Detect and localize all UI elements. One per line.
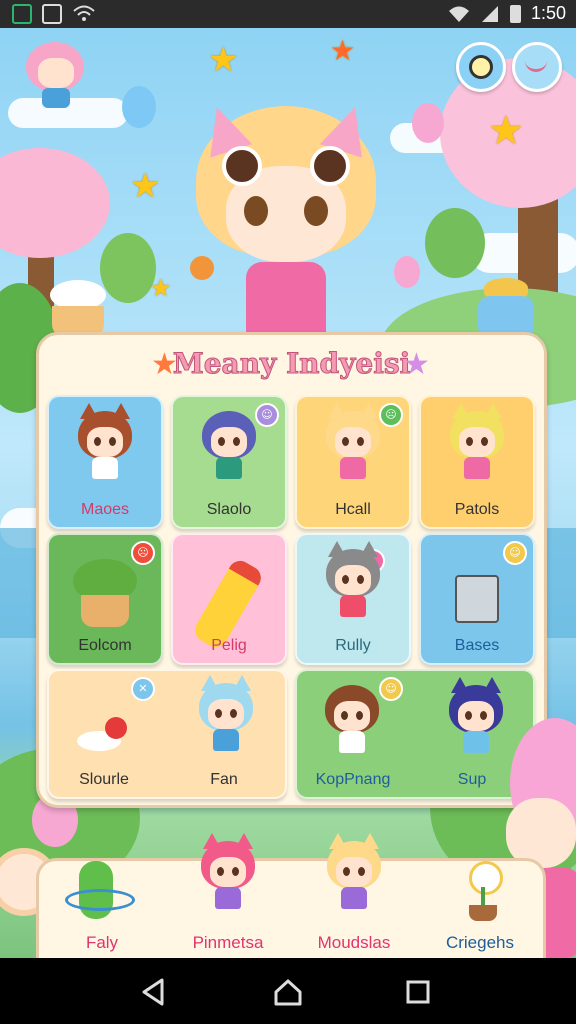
- star-icon: ★: [208, 40, 239, 80]
- magic-wand-icon: [77, 711, 133, 751]
- badge-icon: ☺: [379, 677, 403, 701]
- dock-item-pinmetsa[interactable]: Pinmetsa: [165, 833, 291, 958]
- status-time: 1:50: [530, 3, 566, 23]
- card-label: Pelig: [211, 637, 247, 654]
- card-label-secondary: Fan: [210, 771, 238, 788]
- wifi-signal-icon: [448, 6, 469, 22]
- badge-icon: ☺: [255, 403, 279, 427]
- hero-eye-left: [244, 196, 268, 226]
- card-label: Rully: [335, 637, 371, 654]
- hero-goggles: [222, 146, 350, 186]
- star-icon: ★: [488, 108, 524, 154]
- status-bar: 1:50: [0, 0, 576, 28]
- ring-icon: [65, 889, 135, 911]
- character-card-patols[interactable]: Patols: [419, 395, 535, 529]
- character-card-hcall[interactable]: ☹ Hcall: [295, 395, 411, 529]
- cherry-tree: [0, 148, 110, 258]
- home-icon[interactable]: [270, 974, 306, 1010]
- wifi-icon: [73, 5, 95, 21]
- card-label: Patols: [454, 501, 500, 518]
- star-icon: ★: [130, 166, 161, 206]
- badge-icon: ☹: [379, 403, 403, 427]
- character-card-rully[interactable]: • Rully: [295, 533, 411, 665]
- hero-character[interactable]: [186, 86, 386, 346]
- image-icon: [42, 4, 62, 24]
- item-card-pelig[interactable]: Pelig: [171, 533, 287, 665]
- dock-item-moudslas[interactable]: Moudslas: [291, 833, 417, 958]
- balloon-icon: [394, 256, 420, 288]
- character-card-slourle-fan[interactable]: ✕ Slourle Fan: [47, 669, 287, 799]
- bottom-dock: Faly Pinmetsa Moudslas Criegehs: [36, 833, 546, 958]
- green-tree: [425, 208, 485, 278]
- trash-bin-icon: [455, 575, 499, 623]
- battery-icon: [509, 4, 521, 23]
- dock-label: Faly: [85, 933, 119, 952]
- dock-item-criegehs[interactable]: Criegehs: [417, 861, 543, 958]
- eye-button[interactable]: [456, 42, 506, 92]
- card-label: Slaolo: [206, 501, 252, 518]
- card-label: KopPnang: [315, 771, 391, 788]
- smile-face-icon: [525, 59, 547, 72]
- notification-icon: [12, 4, 32, 24]
- avatar-face: [38, 58, 74, 88]
- hero-body: [246, 262, 326, 342]
- navigation-bar: [0, 958, 576, 1024]
- item-card-bases[interactable]: ☺ Bases: [419, 533, 535, 665]
- player-avatar[interactable]: [24, 36, 88, 110]
- hero-eye-right: [304, 196, 328, 226]
- star-icon: ★: [150, 274, 172, 302]
- character-card-koppnang-sup[interactable]: ☺ KopPnang Sup: [295, 669, 535, 799]
- ice-cream-icon: [46, 280, 110, 340]
- character-card-maoes[interactable]: Maoes: [47, 395, 163, 529]
- lollipop-icon: [190, 256, 214, 280]
- dock-label: Pinmetsa: [192, 933, 264, 952]
- star-icon: ★: [403, 347, 430, 382]
- star-icon: ★: [330, 34, 356, 67]
- dock-item-faly[interactable]: Faly: [39, 861, 165, 958]
- character-card-eolcom[interactable]: ☹ Eolcom: [47, 533, 163, 665]
- back-icon[interactable]: [136, 974, 172, 1010]
- character-card-slaolo[interactable]: ☺ Slaolo: [171, 395, 287, 529]
- character-button[interactable]: [512, 42, 562, 92]
- dock-label: Moudslas: [317, 933, 391, 952]
- badge-icon: ✕: [131, 677, 155, 701]
- card-label: Bases: [454, 637, 500, 654]
- eye-icon: [469, 55, 493, 79]
- cat-basket-icon: [478, 278, 534, 340]
- recents-icon[interactable]: [400, 974, 436, 1010]
- character-select-panel: ★ Meany Indyeisi ★ Maoes ☺ Slaolo ☹ Hcal…: [36, 332, 547, 808]
- dock-label: Criegehs: [445, 933, 515, 952]
- badge-icon: ☺: [503, 541, 527, 565]
- card-label: Eolcom: [78, 637, 132, 654]
- card-label: Maoes: [80, 501, 130, 518]
- avatar-body: [42, 88, 70, 108]
- card-label: Slourle: [79, 771, 129, 788]
- panel-title: Meany Indyeisi: [172, 347, 411, 381]
- cell-signal-icon: [481, 5, 498, 22]
- balloon-icon: [412, 103, 444, 143]
- plant-pot-icon: [73, 559, 137, 627]
- flower-pot-icon: [463, 861, 503, 921]
- card-label: Hcall: [335, 501, 371, 518]
- balloon-icon: [122, 86, 156, 128]
- game-scene: ★ ★ ★ ★ ★ ★ Meany Indyeisi ★ Maoes ☺ Sla…: [0, 28, 576, 958]
